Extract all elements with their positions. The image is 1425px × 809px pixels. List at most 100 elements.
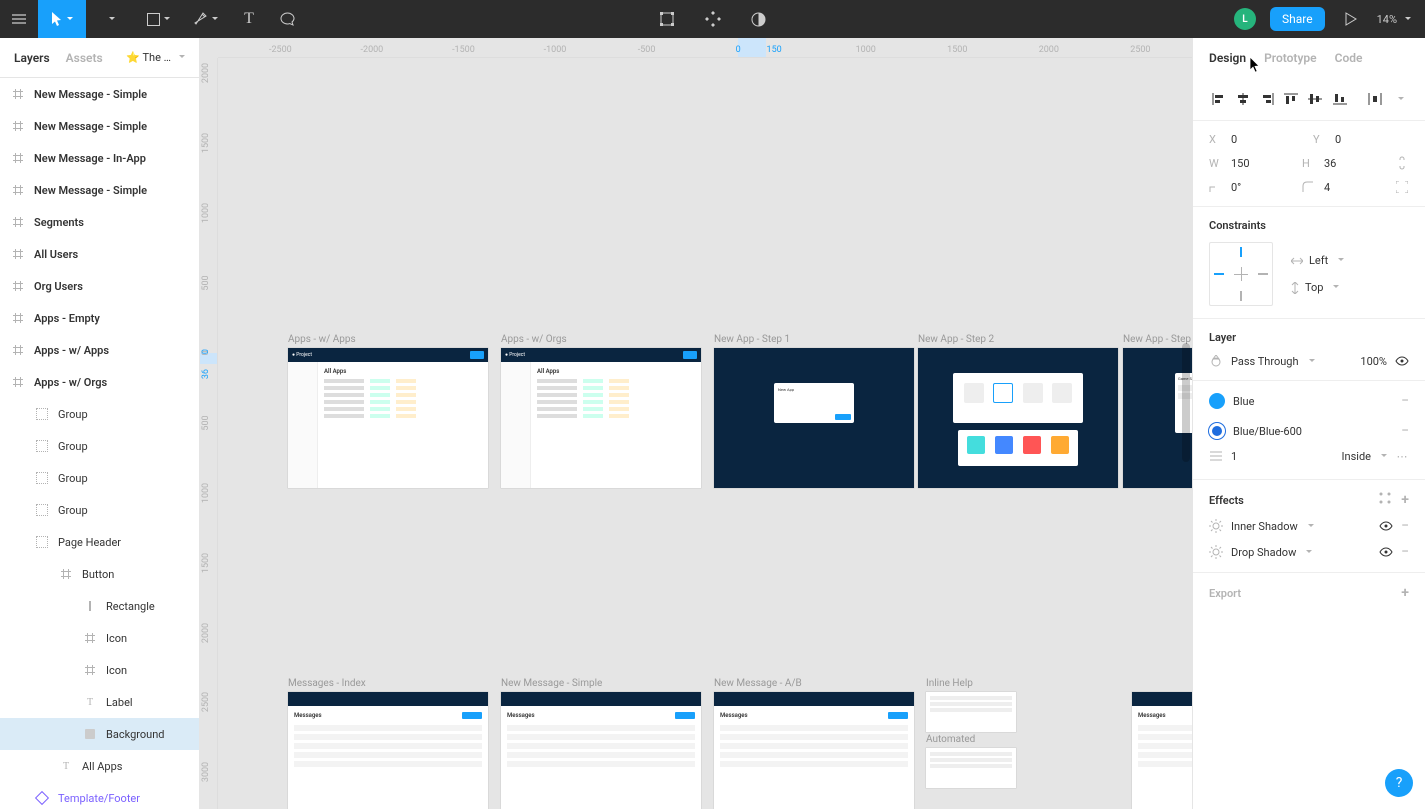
align-top-button[interactable] (1281, 88, 1301, 110)
align-left-button[interactable] (1209, 88, 1229, 110)
opacity-input[interactable]: 100% (1360, 355, 1387, 368)
user-avatar[interactable]: L (1234, 8, 1256, 30)
comment-tool-button[interactable] (268, 0, 306, 38)
canvas-frame[interactable] (918, 348, 1118, 488)
edit-object-button[interactable] (655, 0, 679, 38)
layer-item[interactable]: Group (0, 430, 199, 462)
tab-assets[interactable]: Assets (66, 51, 103, 65)
shape-tool-button[interactable] (134, 0, 182, 38)
constraint-h-select[interactable]: Left (1291, 254, 1344, 267)
add-export-button[interactable]: + (1401, 585, 1409, 601)
layer-item[interactable]: New Message - Simple (0, 110, 199, 142)
frame-label[interactable]: Apps - w/ Apps (288, 334, 356, 345)
stroke-weight-input[interactable]: 1 (1231, 450, 1334, 463)
remove-effect-button[interactable]: − (1401, 544, 1409, 560)
w-input[interactable]: 150 (1231, 157, 1294, 170)
fill-swatch[interactable] (1209, 393, 1225, 409)
frame-tool-button[interactable] (86, 0, 134, 38)
x-input[interactable]: 0 (1231, 133, 1305, 146)
frame-label[interactable]: New Message - Simple (501, 678, 602, 689)
stroke-swatch[interactable] (1209, 423, 1225, 439)
frame-label[interactable]: Apps - w/ Orgs (501, 334, 567, 345)
effect-row[interactable]: Drop Shadow − (1209, 544, 1409, 560)
layer-item[interactable]: Template/Footer (0, 782, 199, 809)
share-button[interactable]: Share (1270, 7, 1325, 31)
frame-label[interactable]: New App - Step 1 (714, 334, 790, 345)
effect-visibility-icon[interactable] (1379, 521, 1393, 531)
frame-label[interactable]: Inline Help (926, 678, 973, 689)
effect-type-select[interactable]: Drop Shadow (1231, 546, 1371, 559)
rotation-input[interactable]: 0° (1231, 181, 1294, 194)
align-bottom-button[interactable] (1329, 88, 1349, 110)
effect-type-select[interactable]: Inner Shadow (1231, 520, 1371, 533)
layer-item[interactable]: Button (0, 558, 199, 590)
layer-item[interactable]: Org Users (0, 270, 199, 302)
pen-tool-button[interactable] (182, 0, 230, 38)
remove-stroke-button[interactable]: − (1401, 423, 1409, 439)
present-button[interactable] (1339, 0, 1363, 38)
layer-item[interactable]: New Message - Simple (0, 78, 199, 110)
layer-item[interactable]: Icon (0, 622, 199, 654)
remove-effect-button[interactable]: − (1401, 518, 1409, 534)
layer-item[interactable]: Label (0, 686, 199, 718)
frame-label[interactable]: Automated (926, 734, 975, 745)
effect-row[interactable]: Inner Shadow − (1209, 518, 1409, 534)
corner-input[interactable]: 4 (1324, 181, 1387, 194)
layer-item[interactable]: Icon (0, 654, 199, 686)
canvas-area[interactable]: -2500-2000-1500-1000-5000150100015002000… (200, 38, 1192, 809)
distribute-button[interactable] (1365, 88, 1385, 110)
layer-item[interactable]: Group (0, 398, 199, 430)
canvas-frame[interactable]: Messages (714, 692, 914, 809)
layer-item[interactable]: Apps - Empty (0, 302, 199, 334)
main-menu-button[interactable] (0, 0, 38, 38)
layer-item[interactable]: New Message - Simple (0, 174, 199, 206)
layer-item[interactable]: Group (0, 494, 199, 526)
layer-item[interactable]: Group (0, 462, 199, 494)
layer-item[interactable]: Background (0, 718, 199, 750)
canvas-frame[interactable]: Messages (288, 692, 488, 809)
layer-item[interactable]: Apps - w/ Orgs (0, 366, 199, 398)
canvas-frame[interactable]: ● ProjectAll Apps (501, 348, 701, 488)
canvas-frame[interactable]: New App (714, 348, 914, 488)
page-selector[interactable]: ⭐️ The … (126, 51, 185, 64)
effect-visibility-icon[interactable] (1379, 547, 1393, 557)
canvas-frame[interactable] (926, 692, 1016, 732)
add-effect-button[interactable]: + (1401, 492, 1409, 508)
link-size-icon[interactable] (1395, 156, 1409, 170)
h-input[interactable]: 36 (1324, 157, 1387, 170)
text-tool-button[interactable]: T (230, 0, 268, 38)
remove-fill-button[interactable]: − (1401, 393, 1409, 409)
mask-button[interactable] (747, 0, 771, 38)
tab-code[interactable]: Code (1335, 51, 1363, 65)
stroke-pos-select[interactable]: Inside (1342, 450, 1387, 463)
layer-item[interactable]: New Message - In-App (0, 142, 199, 174)
align-hcenter-button[interactable] (1233, 88, 1253, 110)
stroke-advanced-button[interactable]: ⋯ (1395, 449, 1409, 463)
help-button[interactable]: ? (1385, 769, 1413, 797)
frame-label[interactable]: New App - Step 2 (918, 334, 994, 345)
layer-item[interactable]: Segments (0, 206, 199, 238)
visibility-icon[interactable] (1395, 356, 1409, 366)
frame-label[interactable]: New App - Step (1123, 334, 1191, 345)
layer-item[interactable]: All Apps (0, 750, 199, 782)
scrollbar-vertical[interactable] (1182, 58, 1190, 807)
layer-item[interactable]: Apps - w/ Apps (0, 334, 199, 366)
blend-mode-select[interactable]: Pass Through (1231, 355, 1352, 368)
frame-label[interactable]: Messages - Index (288, 678, 366, 689)
constraints-diagram[interactable] (1209, 242, 1273, 306)
layer-item[interactable]: All Users (0, 238, 199, 270)
effect-icon[interactable] (1209, 545, 1223, 559)
constraint-v-select[interactable]: Top (1291, 281, 1344, 294)
align-right-button[interactable] (1257, 88, 1277, 110)
zoom-control[interactable]: 14% (1377, 13, 1411, 26)
layer-item[interactable]: Rectangle (0, 590, 199, 622)
move-tool-button[interactable] (38, 0, 86, 38)
stroke-color-row[interactable]: Blue/Blue-600 − (1209, 423, 1409, 439)
align-vcenter-button[interactable] (1305, 88, 1325, 110)
tab-prototype[interactable]: Prototype (1264, 51, 1317, 65)
independent-corners-icon[interactable] (1395, 180, 1409, 194)
tidy-button[interactable] (1389, 88, 1409, 110)
tab-design[interactable]: Design (1209, 51, 1246, 65)
canvas-frame[interactable] (926, 748, 1016, 788)
effect-icon[interactable] (1209, 519, 1223, 533)
